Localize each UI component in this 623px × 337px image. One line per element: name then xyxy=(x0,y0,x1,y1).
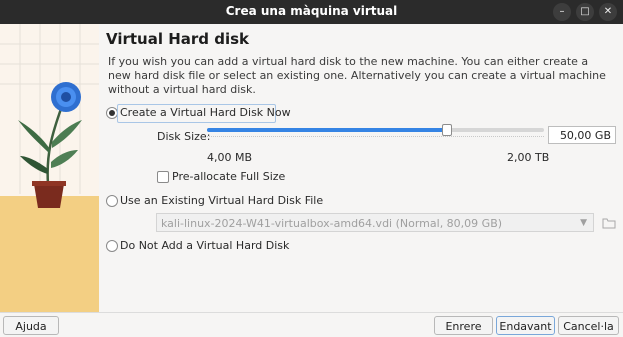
wizard-illustration xyxy=(0,24,99,312)
choose-file-button[interactable] xyxy=(600,213,618,232)
create-now-label[interactable]: Create a Virtual Hard Disk Now xyxy=(120,106,291,119)
disk-size-slider[interactable] xyxy=(207,124,544,136)
plant-illustration-icon xyxy=(0,24,99,208)
no-disk-radio[interactable] xyxy=(106,240,118,252)
close-button[interactable]: ✕ xyxy=(599,3,617,21)
page-description: If you wish you can add a virtual hard d… xyxy=(108,55,606,96)
help-button[interactable]: Ajuda xyxy=(3,316,59,335)
no-disk-label[interactable]: Do Not Add a Virtual Hard Disk xyxy=(120,239,289,252)
window-title: Crea una màquina virtual xyxy=(225,4,398,18)
next-button[interactable]: Endavant xyxy=(496,316,555,335)
slider-fill xyxy=(207,128,447,132)
minimize-button[interactable]: – xyxy=(553,3,571,21)
chevron-down-icon: ▼ xyxy=(580,218,587,228)
page-title: Virtual Hard disk xyxy=(106,30,250,48)
use-existing-label[interactable]: Use an Existing Virtual Hard Disk File xyxy=(120,194,323,207)
slider-ticks xyxy=(207,136,544,141)
maximize-button[interactable]: □ xyxy=(576,3,594,21)
preallocate-label[interactable]: Pre-allocate Full Size xyxy=(172,170,285,183)
existing-disk-combo[interactable]: kali-linux-2024-W41-virtualbox-amd64.vdi… xyxy=(156,213,594,232)
cancel-button[interactable]: Cancel·la xyxy=(558,316,619,335)
folder-icon xyxy=(602,218,616,229)
existing-disk-value: kali-linux-2024-W41-virtualbox-amd64.vdi… xyxy=(161,217,503,230)
disk-size-label: Disk Size: xyxy=(157,130,211,143)
preallocate-checkbox[interactable] xyxy=(157,171,169,183)
disk-size-input[interactable]: 50,00 GB xyxy=(548,126,616,144)
use-existing-radio[interactable] xyxy=(106,195,118,207)
slider-handle[interactable] xyxy=(442,124,453,136)
back-button[interactable]: Enrere xyxy=(434,316,493,335)
title-bar: Crea una màquina virtual – □ ✕ xyxy=(0,0,623,24)
slider-min-label: 4,00 MB xyxy=(207,151,253,164)
slider-max-label: 2,00 TB xyxy=(507,151,550,164)
